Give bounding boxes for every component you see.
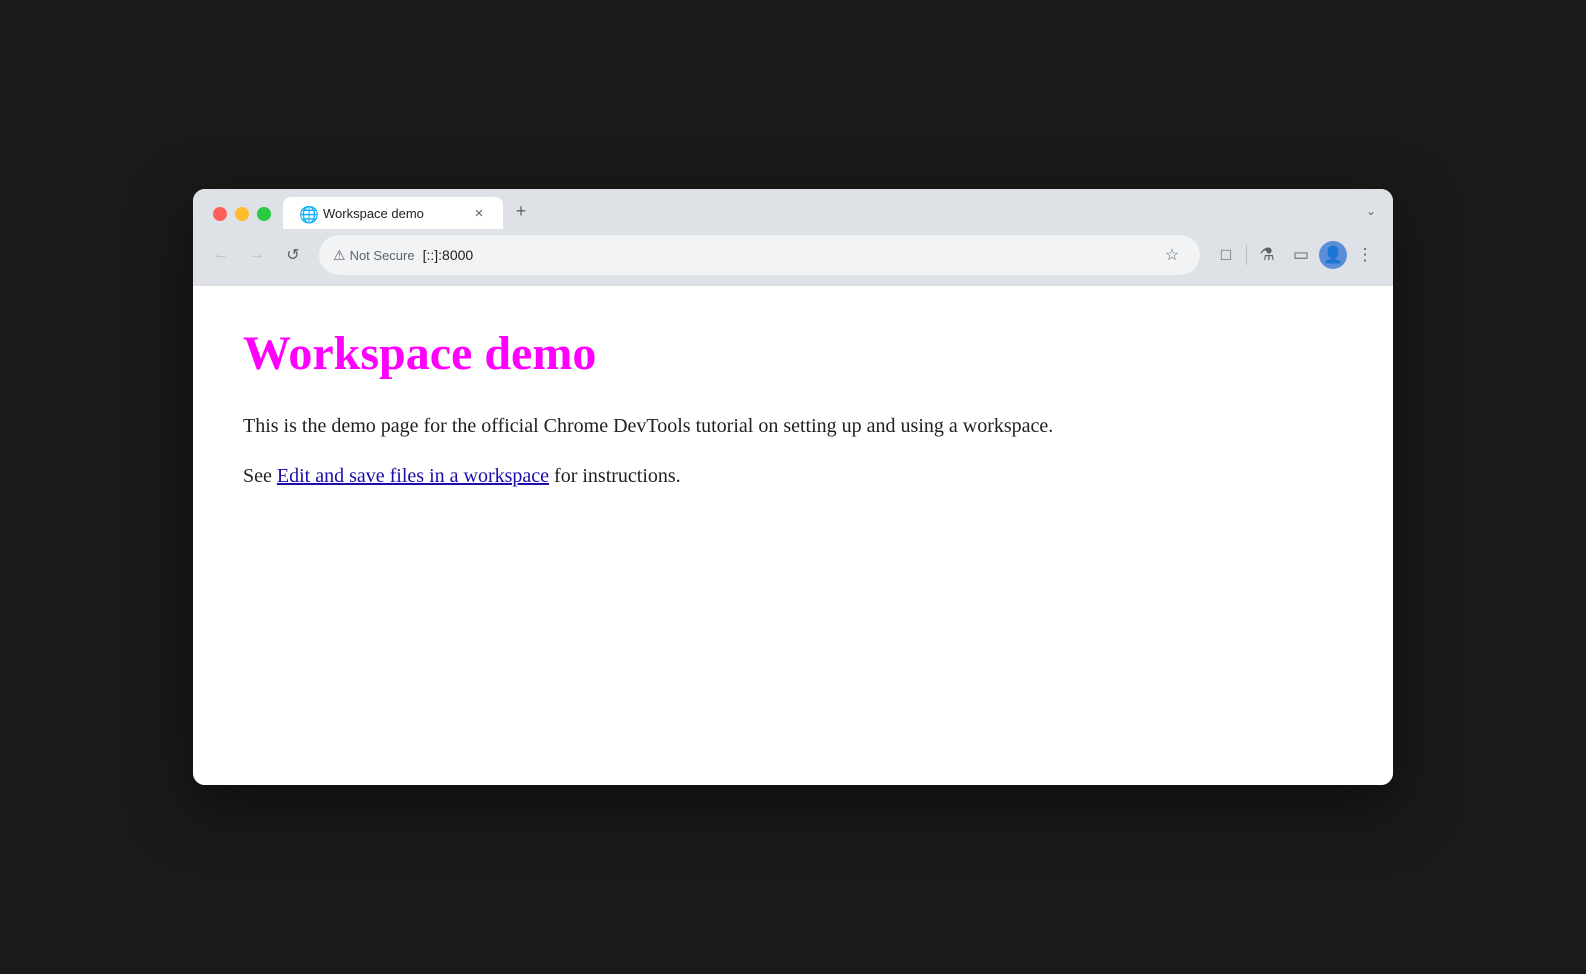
address-bar[interactable]: ⚠ Not Secure [::]:8000 ☆ (319, 235, 1200, 275)
bookmark-button[interactable]: ☆ (1158, 241, 1186, 269)
close-button[interactable] (213, 207, 227, 221)
forward-button[interactable]: → (241, 239, 273, 271)
url-display: [::]:8000 (423, 247, 1150, 263)
active-tab[interactable]: 🌐 Workspace demo ✕ (283, 197, 503, 229)
reload-button[interactable]: ↺ (277, 239, 309, 271)
tab-close-button[interactable]: ✕ (471, 205, 487, 221)
window-controls (201, 207, 283, 221)
minimize-button[interactable] (235, 207, 249, 221)
nav-actions: □ ⚗ ▭ 👤 ⋮ (1210, 239, 1381, 271)
maximize-button[interactable] (257, 207, 271, 221)
extensions-button[interactable]: □ (1210, 239, 1242, 271)
page-link-line: See Edit and save files in a workspace f… (243, 461, 1343, 491)
new-tab-button[interactable]: + (507, 197, 535, 225)
security-indicator: ⚠ Not Secure (333, 247, 415, 264)
title-bar: 🌐 Workspace demo ✕ + ⌄ ← → ↺ ⚠ Not Secur… (193, 189, 1393, 285)
tab-menu-button[interactable]: ⌄ (1357, 197, 1385, 225)
nav-divider (1246, 245, 1247, 265)
link-suffix: for instructions. (549, 465, 681, 487)
tab-title: Workspace demo (323, 206, 463, 221)
nav-bar: ← → ↺ ⚠ Not Secure [::]:8000 ☆ □ ⚗ ▭ 👤 ⋮ (193, 229, 1393, 285)
not-secure-label: Not Secure (350, 248, 415, 263)
tab-favicon-icon: 🌐 (299, 205, 315, 221)
sidebar-button[interactable]: ▭ (1285, 239, 1317, 271)
back-button[interactable]: ← (205, 239, 237, 271)
warning-icon: ⚠ (333, 247, 346, 264)
workspace-link[interactable]: Edit and save files in a workspace (277, 465, 549, 487)
tab-strip: 🌐 Workspace demo ✕ + ⌄ (193, 189, 1393, 229)
avatar-icon: 👤 (1323, 245, 1343, 265)
page-heading: Workspace demo (243, 326, 1343, 381)
link-prefix: See (243, 465, 277, 487)
tab-strip-inner: 🌐 Workspace demo ✕ + (283, 197, 1357, 229)
account-button[interactable]: 👤 (1319, 241, 1347, 269)
lab-button[interactable]: ⚗ (1251, 239, 1283, 271)
page-content: Workspace demo This is the demo page for… (193, 285, 1393, 785)
tab-strip-right: ⌄ (1357, 197, 1385, 229)
page-description: This is the demo page for the official C… (243, 411, 1343, 441)
menu-button[interactable]: ⋮ (1349, 239, 1381, 271)
browser-window: 🌐 Workspace demo ✕ + ⌄ ← → ↺ ⚠ Not Secur… (193, 189, 1393, 785)
